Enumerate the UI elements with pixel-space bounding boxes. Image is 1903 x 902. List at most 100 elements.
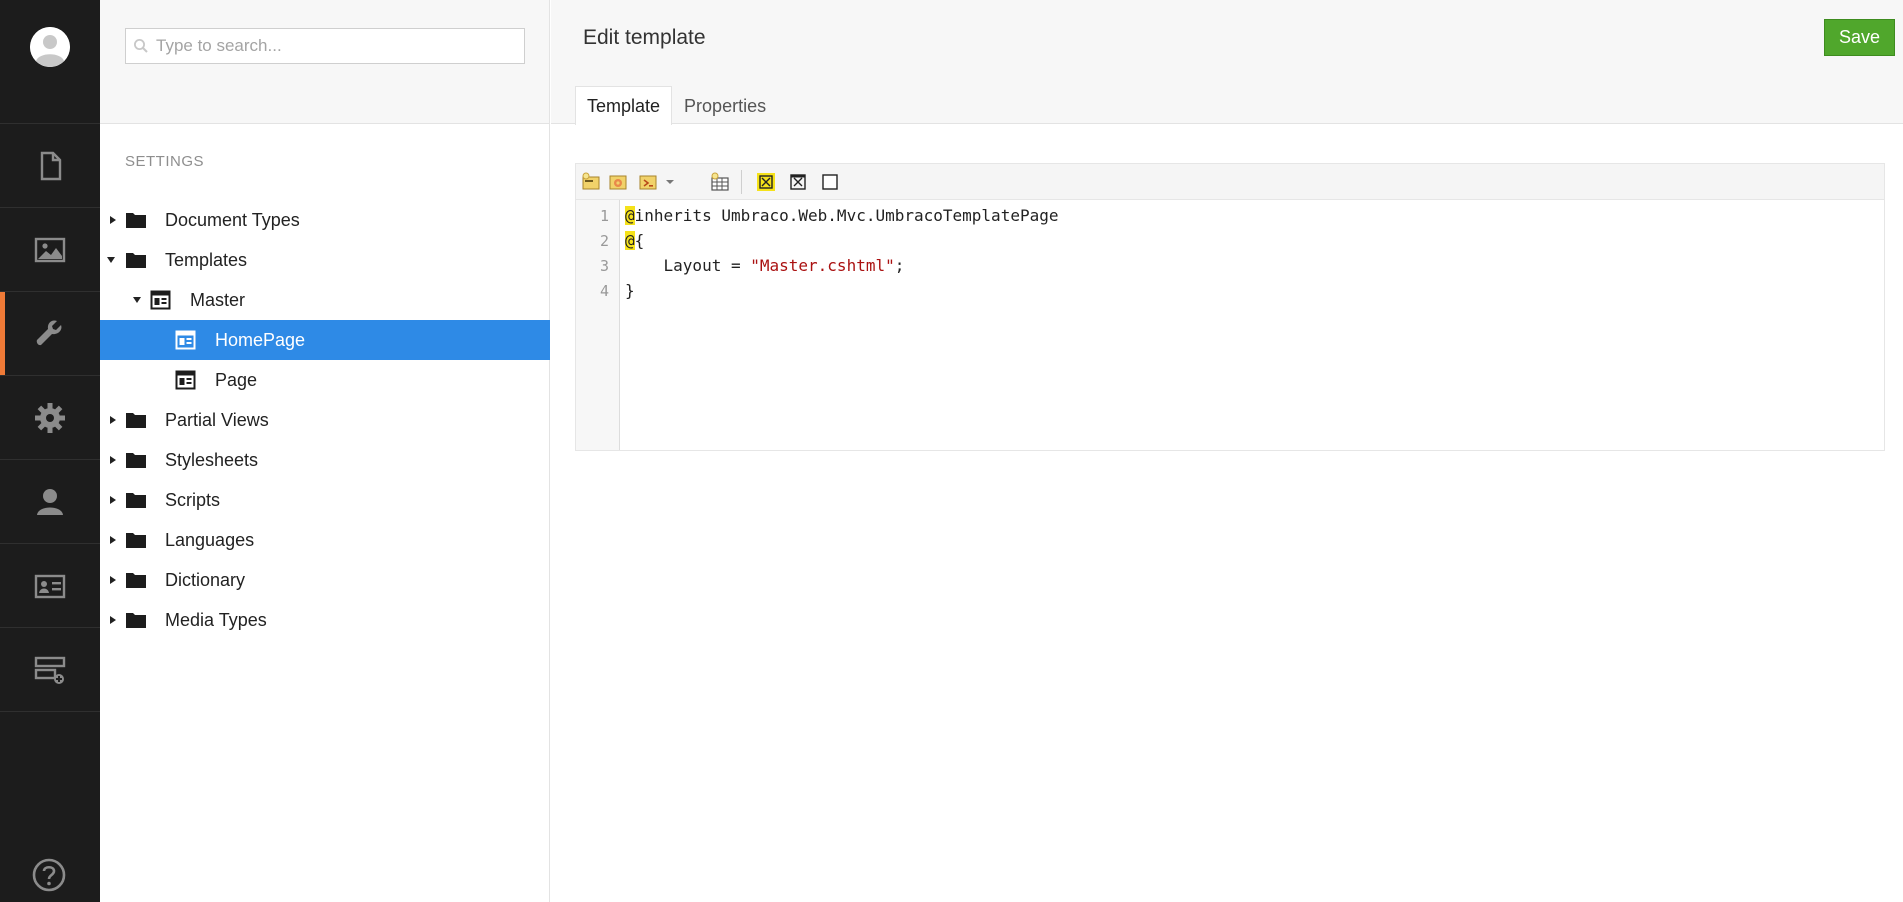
section-media[interactable] — [0, 207, 100, 291]
code-line-2: @{ — [625, 231, 644, 250]
editor-header: Edit template Save Template Properties — [551, 0, 1903, 125]
tree-node-label: Scripts — [165, 490, 221, 510]
insert-field-icon[interactable] — [581, 172, 601, 192]
insert-script-icon[interactable] — [638, 172, 658, 192]
template-icon — [175, 330, 196, 350]
section-content[interactable] — [0, 123, 100, 207]
code-text: } — [625, 281, 635, 300]
search-icon — [134, 39, 148, 53]
user-avatar-icon — [30, 27, 70, 67]
code-text: ; — [894, 256, 905, 275]
template-icon — [150, 290, 171, 310]
razor-at: @ — [625, 231, 635, 250]
dropdown-arrow-icon[interactable] — [664, 172, 676, 192]
editor-toolbar — [576, 164, 1884, 200]
tree-node-label: Document Types — [165, 210, 300, 230]
help-button[interactable] — [32, 858, 66, 892]
tree-title: SETTINGS — [125, 153, 205, 170]
tree-header — [100, 0, 549, 124]
tree-node-label: Page — [215, 370, 258, 390]
tree-node-label: Master — [190, 290, 246, 310]
layout-add-icon — [34, 656, 66, 684]
tree-node-partial-views[interactable]: Partial Views — [100, 400, 550, 440]
section-forms[interactable] — [0, 627, 100, 711]
caret-right-icon[interactable] — [108, 455, 118, 465]
folder-icon — [126, 573, 146, 588]
insert-grid-icon[interactable] — [710, 172, 730, 192]
tree-node-templates[interactable]: Templates — [100, 240, 550, 280]
folder-icon — [126, 613, 146, 628]
save-button[interactable]: Save — [1824, 19, 1895, 56]
tree-node-document-types[interactable]: Document Types — [100, 200, 550, 240]
folder-icon — [126, 453, 146, 468]
line-number-gutter: 1 2 3 4 — [576, 200, 620, 450]
caret-right-icon[interactable] — [108, 615, 118, 625]
remove-section-icon[interactable] — [788, 172, 808, 192]
caret-right-icon[interactable] — [108, 575, 118, 585]
tree-node-label: Dictionary — [165, 570, 246, 590]
user-icon — [37, 488, 63, 515]
template-icon — [175, 370, 196, 390]
caret-right-icon[interactable] — [108, 535, 118, 545]
section-divider — [0, 711, 100, 712]
folder-icon — [126, 413, 146, 428]
caret-right-icon[interactable] — [108, 415, 118, 425]
search-input[interactable] — [125, 28, 525, 64]
insert-section-icon[interactable] — [756, 172, 776, 192]
tree-panel: SETTINGS Document Types Templates Master — [100, 0, 550, 902]
tab-properties[interactable]: Properties — [672, 86, 778, 124]
line-number: 2 — [599, 232, 609, 250]
folder-icon — [126, 213, 146, 228]
folder-icon — [126, 253, 146, 268]
code-editor[interactable]: 1 2 3 4 @inherits Umbraco.Web.Mvc.Umbrac… — [575, 163, 1885, 451]
toolbar-separator — [741, 170, 742, 194]
tree-node-homepage[interactable]: HomePage — [100, 320, 550, 360]
id-card-icon — [34, 574, 66, 598]
code-text: Layout = — [625, 256, 751, 275]
code-text: { — [634, 231, 645, 250]
image-icon — [34, 237, 66, 262]
code-string: "Master.cshtml" — [750, 256, 895, 275]
folder-icon — [126, 533, 146, 548]
section-developer[interactable] — [0, 375, 100, 459]
section-bar — [0, 0, 100, 902]
document-icon — [40, 151, 62, 180]
tree-node-languages[interactable]: Languages — [100, 520, 550, 560]
tree-node-page[interactable]: Page — [100, 360, 550, 400]
tree-node-stylesheets[interactable]: Stylesheets — [100, 440, 550, 480]
code-text: inherits Umbraco.Web.Mvc.UmbracoTemplate… — [634, 206, 1059, 225]
razor-at: @ — [625, 206, 635, 225]
section-members[interactable] — [0, 543, 100, 627]
tab-template[interactable]: Template — [575, 86, 673, 125]
insert-macro-icon[interactable] — [608, 172, 628, 192]
code-line-4: } — [625, 281, 635, 300]
tree-node-master[interactable]: Master — [100, 280, 550, 320]
tree-node-label: Languages — [165, 530, 255, 550]
line-number: 1 — [599, 207, 609, 225]
code-line-1: @inherits Umbraco.Web.Mvc.UmbracoTemplat… — [625, 206, 1058, 225]
tree-node-scripts[interactable]: Scripts — [100, 480, 550, 520]
folder-icon — [126, 493, 146, 508]
tree-node-label: Stylesheets — [165, 450, 259, 470]
section-settings[interactable] — [0, 291, 100, 375]
tree-node-label: Partial Views — [165, 410, 269, 430]
tree-node-label: Templates — [165, 250, 248, 270]
help-icon — [32, 858, 66, 892]
caret-right-icon[interactable] — [108, 215, 118, 225]
editor-tabs: Template Properties — [575, 86, 778, 125]
tree-node-label: HomePage — [215, 330, 306, 350]
user-avatar[interactable] — [30, 27, 70, 67]
caret-right-icon[interactable] — [108, 495, 118, 505]
gear-icon — [35, 402, 65, 433]
caret-down-icon[interactable] — [132, 295, 142, 305]
line-number: 4 — [599, 282, 609, 300]
page-title: Edit template — [583, 26, 706, 49]
code-line-3: Layout = "Master.cshtml"; — [625, 256, 905, 275]
wrench-icon — [36, 319, 62, 345]
tree-node-media-types[interactable]: Media Types — [100, 600, 550, 640]
caret-down-icon[interactable] — [106, 255, 116, 265]
tree-node-dictionary[interactable]: Dictionary — [100, 560, 550, 600]
section-users[interactable] — [0, 459, 100, 543]
render-body-icon[interactable] — [820, 172, 840, 192]
tree-node-label: Media Types — [165, 610, 267, 630]
